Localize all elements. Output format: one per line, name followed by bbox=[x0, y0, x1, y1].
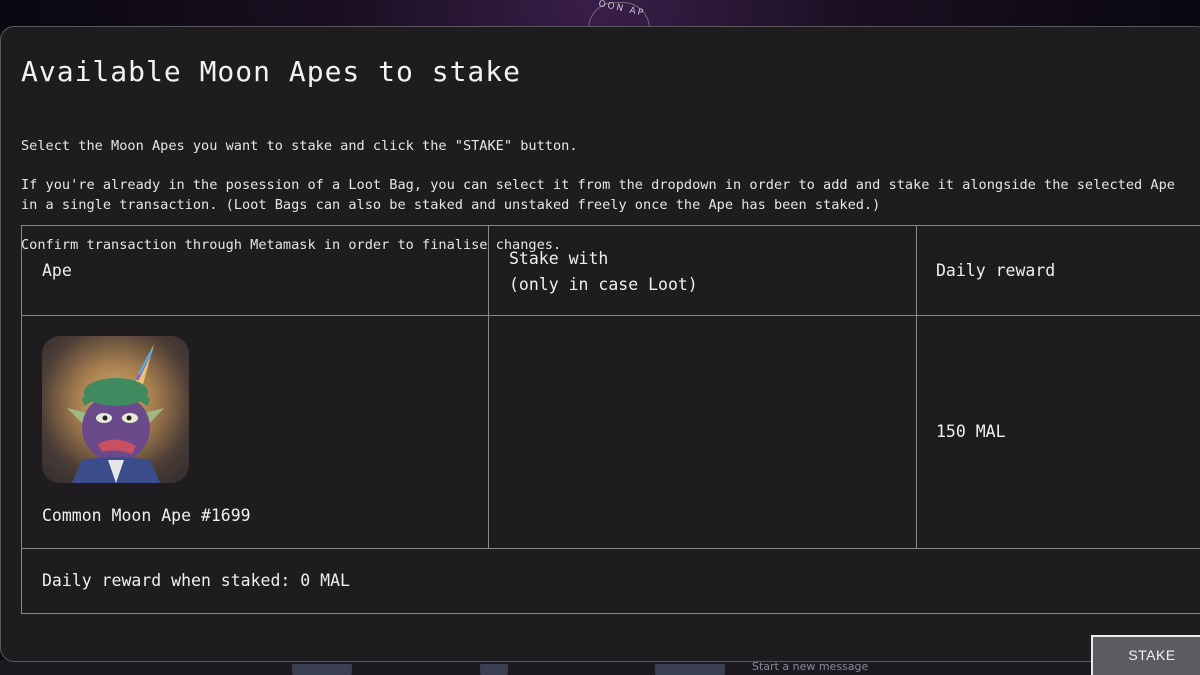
background-strip bbox=[0, 660, 1200, 675]
ape-avatar-art bbox=[67, 344, 164, 483]
instruction-line: Select the Moon Apes you want to stake a… bbox=[21, 137, 578, 154]
daily-reward-value: 150 MAL bbox=[936, 422, 1006, 441]
instruction-line: If you're already in the posession of a … bbox=[21, 177, 1175, 214]
apes-table: Ape Stake with (only in case Loot) Daily… bbox=[21, 225, 1200, 614]
thumbnail bbox=[655, 664, 725, 675]
stake-button[interactable]: STAKE bbox=[1091, 635, 1200, 675]
daily-reward-summary: Daily reward when staked: 0 MAL bbox=[42, 571, 350, 590]
column-header-ape: Ape bbox=[42, 261, 72, 280]
ape-image[interactable] bbox=[42, 336, 189, 483]
ape-name: Common Moon Ape #1699 bbox=[42, 506, 251, 525]
column-divider bbox=[488, 226, 489, 548]
thumbnail bbox=[480, 664, 508, 675]
column-header-stake-with: Stake with (only in case Loot) bbox=[509, 249, 698, 294]
row-divider bbox=[22, 548, 1200, 549]
row-divider bbox=[22, 315, 1200, 316]
stake-modal: Available Moon Apes to stake Select the … bbox=[0, 26, 1200, 675]
thumbnail bbox=[292, 664, 352, 675]
column-divider bbox=[916, 226, 917, 548]
modal-title: Available Moon Apes to stake bbox=[21, 55, 522, 88]
column-header-daily-reward: Daily reward bbox=[936, 261, 1056, 280]
